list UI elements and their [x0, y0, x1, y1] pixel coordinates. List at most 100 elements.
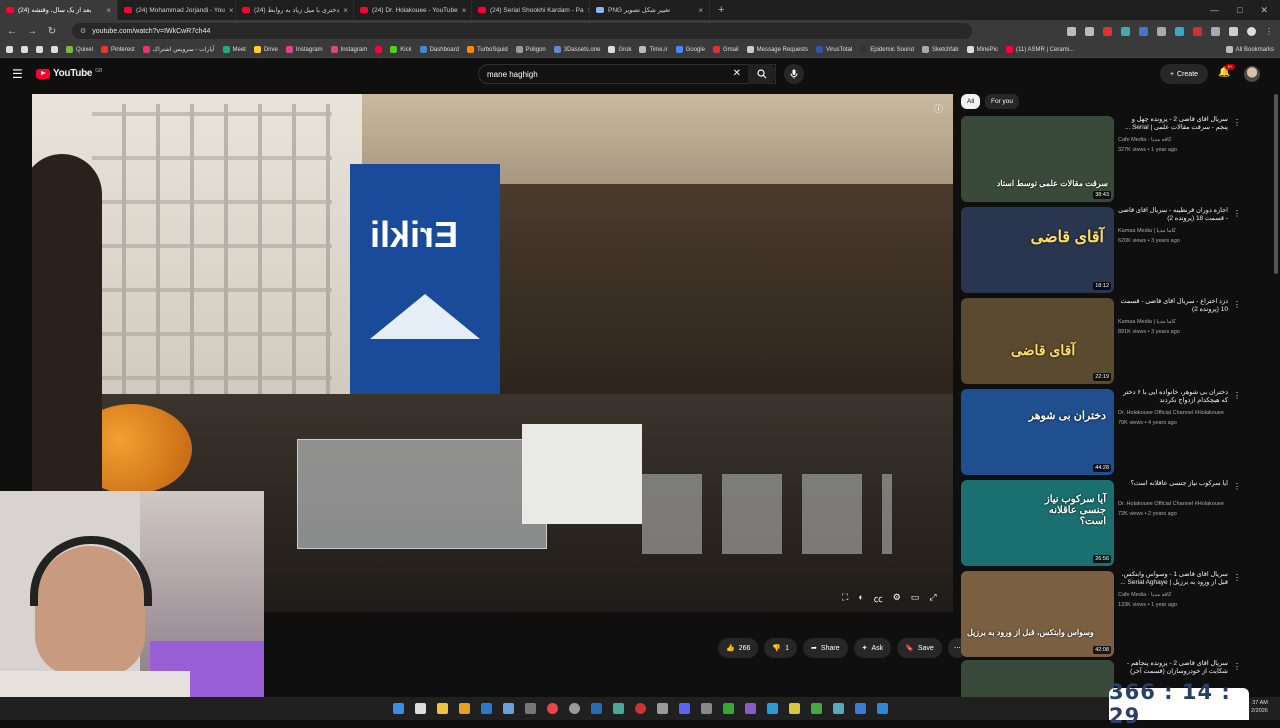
bookmark-item[interactable]: Instagram — [330, 46, 367, 53]
bookmark-item[interactable]: Poligon — [515, 46, 546, 53]
profile-icon[interactable] — [1247, 26, 1256, 36]
steam-icon[interactable] — [590, 703, 602, 714]
channel-name[interactable]: Dr. Holakouee Official Channel #Holakoue… — [1118, 501, 1238, 507]
more-vert-icon[interactable]: ⋮ — [1233, 300, 1241, 309]
bookmark-item[interactable] — [375, 46, 383, 53]
bookmark-item[interactable]: Message Requests — [746, 46, 808, 53]
more-vert-icon[interactable]: ⋮ — [1233, 482, 1241, 491]
address-bar[interactable]: ⚙ youtube.com/watch?v=IWkCwR7ch44 — [72, 23, 972, 39]
more-vert-icon[interactable]: ⋮ — [1233, 391, 1241, 400]
maximize-icon[interactable]: □ — [1237, 5, 1242, 16]
video-thumbnail[interactable]: آقای قاضی 18:12 — [961, 207, 1114, 293]
search-button[interactable] — [748, 64, 776, 84]
windows-start-icon[interactable] — [392, 703, 404, 714]
app-icon[interactable] — [788, 703, 800, 714]
app-icon[interactable] — [700, 703, 712, 714]
bookmark-item[interactable]: Pinterest — [101, 46, 135, 53]
extension-icon[interactable] — [1175, 26, 1184, 36]
bookmark-item[interactable]: Gmail — [712, 46, 739, 53]
like-button[interactable]: 👍 266 — [718, 638, 759, 658]
chip-for-you[interactable]: For you — [985, 94, 1020, 109]
chrome-icon[interactable] — [546, 703, 558, 714]
app-icon[interactable] — [722, 703, 734, 714]
create-button[interactable]: + Create — [1160, 64, 1208, 84]
close-tab-icon[interactable]: × — [106, 6, 111, 15]
menu-icon[interactable]: ☰ — [12, 67, 23, 81]
system-clock[interactable]: 37 AM 2/2026 — [1251, 699, 1268, 715]
app-icon[interactable] — [502, 703, 514, 714]
video-title[interactable]: دختران بی شوهر، خانواده ایی با ۶ دختر که… — [1118, 389, 1228, 405]
chip-all[interactable]: All — [961, 94, 981, 109]
bookmark-item[interactable]: آپارات - سرویس اشتراک — [142, 46, 215, 53]
app-icon[interactable] — [766, 703, 778, 714]
extension-icon[interactable] — [1193, 26, 1202, 36]
miniplayer-icon[interactable]: ⛶ — [842, 592, 848, 605]
bookmark-item[interactable]: (11) ASMR | Cerami... — [1005, 46, 1074, 53]
bookmark-item[interactable]: Meet — [222, 46, 246, 53]
autoplay-toggle[interactable]: ◐ — [858, 592, 863, 605]
recommendation-item[interactable]: آقای قاضی 18:12 اجاره دوران قرنطینه - سری… — [961, 207, 1271, 293]
bookmark-item[interactable]: 3Dassets.one — [553, 46, 600, 53]
video-title[interactable]: آیا سرکوب نیاز جنسی عاقلانه است؟ — [1118, 480, 1228, 488]
bookmark-star-icon[interactable] — [1085, 26, 1094, 36]
extension-icon[interactable] — [1103, 26, 1112, 36]
new-tab-button[interactable]: + — [710, 4, 732, 16]
bookmark-item[interactable]: VirusTotal — [815, 46, 852, 53]
bookmark-item[interactable]: Grok — [608, 46, 631, 53]
app-icon[interactable] — [568, 703, 580, 714]
forward-icon[interactable]: → — [26, 26, 38, 37]
app-icon[interactable] — [744, 703, 756, 714]
browser-tab[interactable]: (24) Dr. Holakouee - YouTube × — [354, 0, 472, 20]
install-icon[interactable] — [1067, 26, 1076, 36]
site-info-icon[interactable]: ⚙ — [80, 27, 86, 35]
dislike-button[interactable]: 👎 1 — [764, 638, 798, 658]
fullscreen-icon[interactable]: ⤢ — [929, 592, 936, 605]
browser-tab[interactable]: (24) دختری با میل زیاد به روابط × — [236, 0, 354, 20]
video-thumbnail[interactable]: وسواس وابتکس، قبل از ورود به برزیل 42:08 — [961, 571, 1114, 657]
subtitles-icon[interactable]: ㏄ — [874, 592, 883, 605]
bookmark-item[interactable]: MinePic — [966, 46, 998, 53]
bookmark-item[interactable]: Dashboard — [419, 46, 459, 53]
settings-gear-icon[interactable]: ⚙ — [893, 592, 901, 605]
close-tab-icon[interactable]: × — [229, 6, 234, 15]
file-explorer-icon[interactable] — [436, 703, 448, 714]
app-icon[interactable] — [634, 703, 646, 714]
channel-name[interactable]: Cafe Media - کافه مدیا — [1118, 137, 1238, 143]
channel-name[interactable]: Dr. Holakouee Official Channel #Holakoue… — [1118, 410, 1238, 416]
app-icon[interactable] — [832, 703, 844, 714]
voice-search-button[interactable] — [784, 64, 804, 84]
browser-tab[interactable]: (24) Serial Shookhi Kardam - Pa× — [472, 0, 590, 20]
video-thumbnail[interactable]: دختران بی شوهر 44:28 — [961, 389, 1114, 475]
video-title[interactable]: سریال آقای قاضی 1 - وسواس وابتکس، قبل از… — [1118, 571, 1228, 587]
recommendation-item[interactable]: دختران بی شوهر 44:28 دختران بی شوهر، خانو… — [961, 389, 1271, 475]
clear-search-icon[interactable]: ✕ — [733, 68, 741, 79]
bookmark-folder-icon[interactable] — [51, 46, 58, 53]
extension-icon[interactable] — [1157, 26, 1166, 36]
more-vert-icon[interactable]: ⋮ — [1233, 662, 1241, 671]
extensions-puzzle-icon[interactable] — [1229, 26, 1238, 36]
app-icon[interactable] — [480, 703, 492, 714]
browser-tab[interactable]: (24) Mohammad Jorjandi - You × — [118, 0, 236, 20]
all-bookmarks[interactable]: All Bookmarks — [1225, 46, 1274, 53]
minimize-icon[interactable]: — — [1210, 5, 1219, 16]
close-tab-icon[interactable]: × — [462, 6, 467, 15]
channel-name[interactable]: Kamaa Media | کاما مدیا — [1118, 228, 1238, 234]
search-app-icon[interactable] — [458, 703, 470, 714]
more-vert-icon[interactable]: ⋮ — [1233, 209, 1241, 218]
bookmark-folder-icon[interactable] — [21, 46, 28, 53]
bookmark-folder-icon[interactable] — [36, 46, 43, 53]
menu-dots-icon[interactable]: ⋮ — [1265, 27, 1274, 36]
save-button[interactable]: 🔖 Save — [897, 638, 942, 658]
video-title[interactable]: سریال آقای قاضی 2 - پرونده پنجاهم - شکای… — [1118, 660, 1228, 676]
theater-mode-icon[interactable]: ▭ — [911, 592, 920, 605]
browser-tab[interactable]: (24) بعد از یک سال، وقتشه × — [0, 0, 118, 20]
extension-icon[interactable] — [1211, 26, 1220, 36]
bookmark-item[interactable]: Time.ir — [639, 46, 668, 53]
video-thumbnail[interactable]: آیا سرکوب نیاز جنسی عاقلانه است؟ 26:56 — [961, 480, 1114, 566]
reload-icon[interactable]: ↻ — [46, 26, 58, 37]
video-title[interactable]: دزد اختراع - سریال آقای قاضی - قسمت 10 (… — [1118, 298, 1228, 314]
app-icon[interactable] — [612, 703, 624, 714]
video-title[interactable]: اجاره دوران قرنطینه - سریال آقای قاضی - … — [1118, 207, 1228, 223]
extension-icon[interactable] — [1139, 26, 1148, 36]
ask-button[interactable]: ✦ Ask — [853, 638, 892, 658]
